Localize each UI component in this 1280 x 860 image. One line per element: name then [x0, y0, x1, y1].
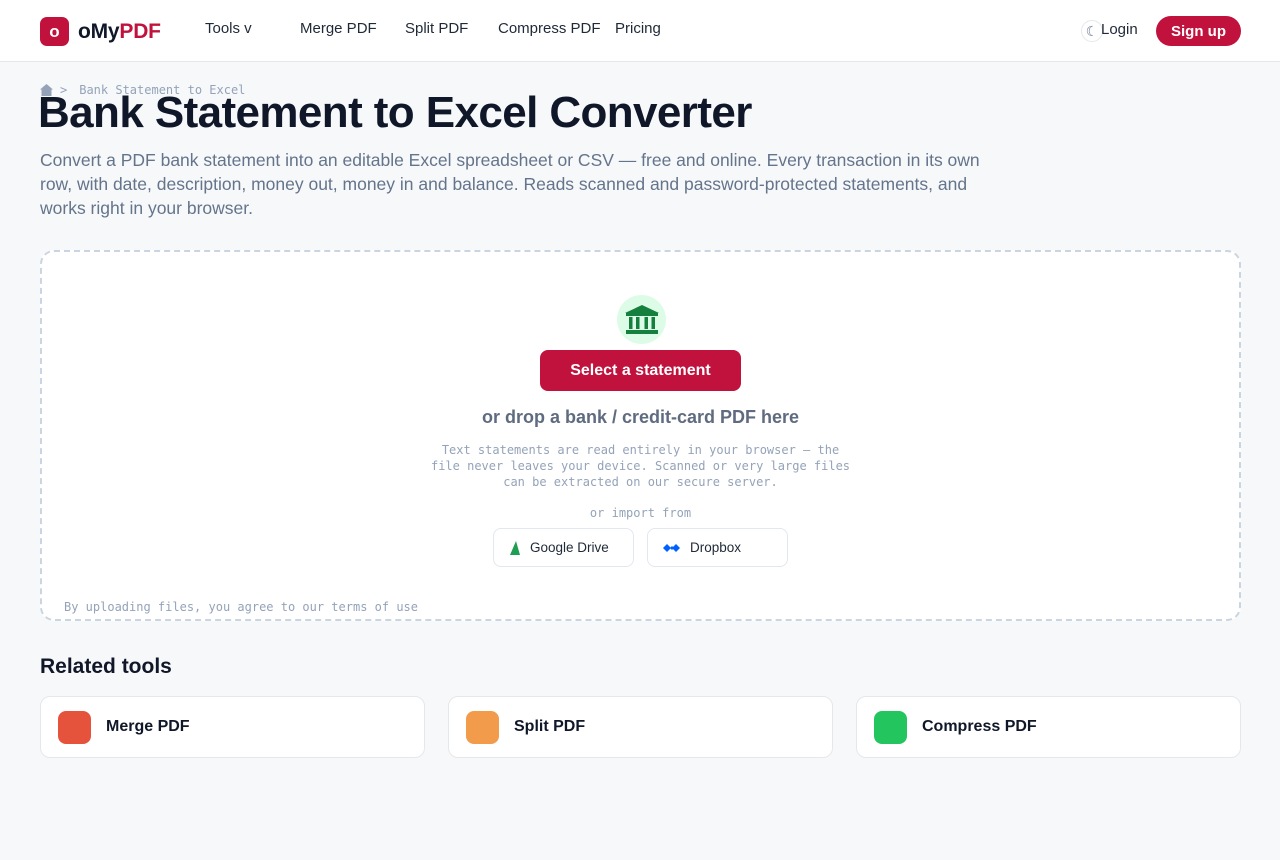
split-pdf-icon	[466, 710, 499, 744]
logo[interactable]: o oMyPDF	[40, 17, 161, 46]
related-tool-split-pdf[interactable]: Split PDF	[448, 696, 833, 758]
dropbox-icon	[663, 543, 680, 552]
related-tools-heading: Related tools	[40, 655, 172, 678]
bank-icon	[617, 295, 666, 344]
related-tool-merge-pdf[interactable]: Merge PDF	[40, 696, 425, 758]
upload-dropzone[interactable]: Select a statement or drop a bank / cred…	[40, 250, 1241, 621]
signup-button[interactable]: Sign up	[1156, 16, 1241, 46]
logo-text-accent: PDF	[119, 19, 161, 43]
select-statement-button[interactable]: Select a statement	[540, 350, 741, 391]
logo-text-main: oMy	[78, 19, 120, 43]
google-drive-button[interactable]: Google Drive	[493, 528, 634, 567]
dropbox-button[interactable]: Dropbox	[647, 528, 788, 567]
nav-merge-pdf[interactable]: Merge PDF	[300, 20, 377, 37]
import-label: or import from	[589, 506, 692, 520]
related-tool-label: Compress PDF	[922, 718, 1037, 735]
logo-text: oMyPDF	[78, 20, 161, 44]
related-tool-label: Merge PDF	[106, 718, 190, 735]
login-link[interactable]: Login	[1101, 21, 1138, 38]
moon-icon[interactable]: ☾	[1081, 20, 1103, 42]
logo-icon: o	[40, 17, 69, 46]
drop-hint: or drop a bank / credit-card PDF here	[481, 407, 800, 427]
privacy-note: Text statements are read entirely in you…	[430, 443, 851, 489]
compress-pdf-icon	[874, 710, 907, 744]
google-drive-label: Google Drive	[530, 540, 609, 555]
related-tool-label: Split PDF	[514, 718, 586, 735]
page-description: Convert a PDF bank statement into an edi…	[40, 150, 980, 218]
terms-note[interactable]: By uploading files, you agree to our ter…	[64, 600, 418, 614]
top-header: o oMyPDF Tools v Merge PDF Split PDF Com…	[0, 0, 1280, 62]
nav-compress-pdf[interactable]: Compress PDF	[498, 20, 601, 37]
nav-pricing[interactable]: Pricing	[615, 20, 661, 37]
related-tool-compress-pdf[interactable]: Compress PDF	[856, 696, 1241, 758]
nav-tools-dropdown[interactable]: Tools v	[205, 20, 252, 37]
nav-split-pdf[interactable]: Split PDF	[405, 20, 468, 37]
merge-pdf-icon	[58, 710, 91, 744]
page-title: Bank Statement to Excel Converter	[38, 88, 752, 137]
google-drive-icon	[510, 540, 520, 555]
dropbox-label: Dropbox	[690, 540, 742, 555]
